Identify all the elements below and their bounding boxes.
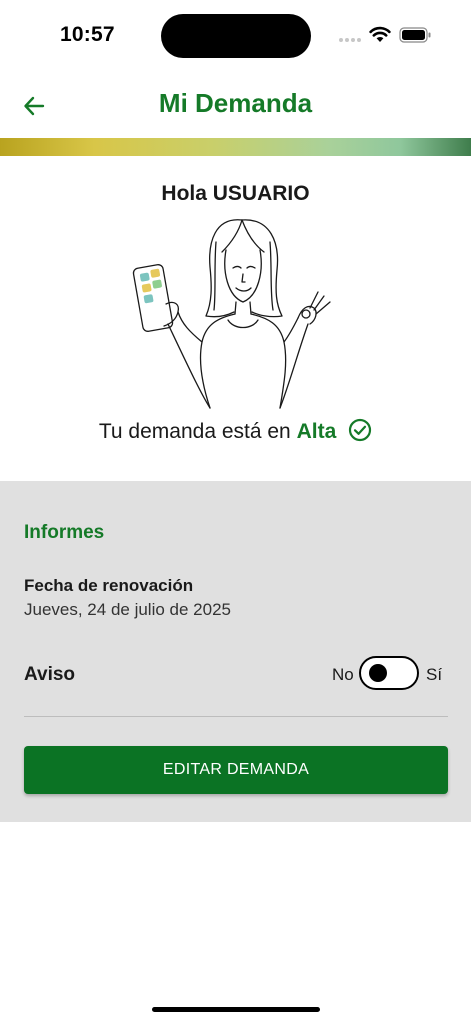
section-title-informes: Informes [24, 522, 105, 543]
battery-icon [399, 27, 431, 43]
status-value: Alta [296, 420, 337, 443]
reports-panel: Informes Fecha de renovación Jueves, 24 … [0, 481, 471, 822]
toggle-off-label: No [332, 665, 354, 684]
app-header: Mi Demanda [0, 70, 471, 138]
notice-toggle[interactable] [359, 656, 419, 690]
notice-label: Aviso [24, 664, 76, 685]
dynamic-island [161, 14, 311, 58]
edit-demand-button[interactable]: EDITAR DEMANDA [24, 746, 448, 794]
demand-status: Tu demanda está en Alta [0, 418, 471, 444]
renewal-date-value: Jueves, 24 de julio de 2025 [24, 600, 231, 619]
divider [24, 716, 448, 717]
toggle-knob [369, 664, 387, 682]
wifi-icon [369, 26, 391, 42]
header-gradient-band [0, 138, 471, 156]
status-bar: 10:57 [0, 0, 471, 70]
renewal-date-label: Fecha de renovación [24, 576, 194, 595]
status-prefix: Tu demanda está en [98, 420, 291, 443]
cellular-signal-icon [339, 38, 365, 42]
user-illustration [132, 219, 331, 409]
check-circle-icon [349, 418, 372, 442]
home-indicator [152, 1007, 320, 1012]
toggle-on-label: Sí [426, 665, 443, 684]
page-title: Mi Demanda [158, 88, 313, 118]
status-time: 10:57 [60, 23, 115, 46]
greeting-heading: Hola USUARIO [161, 182, 310, 205]
